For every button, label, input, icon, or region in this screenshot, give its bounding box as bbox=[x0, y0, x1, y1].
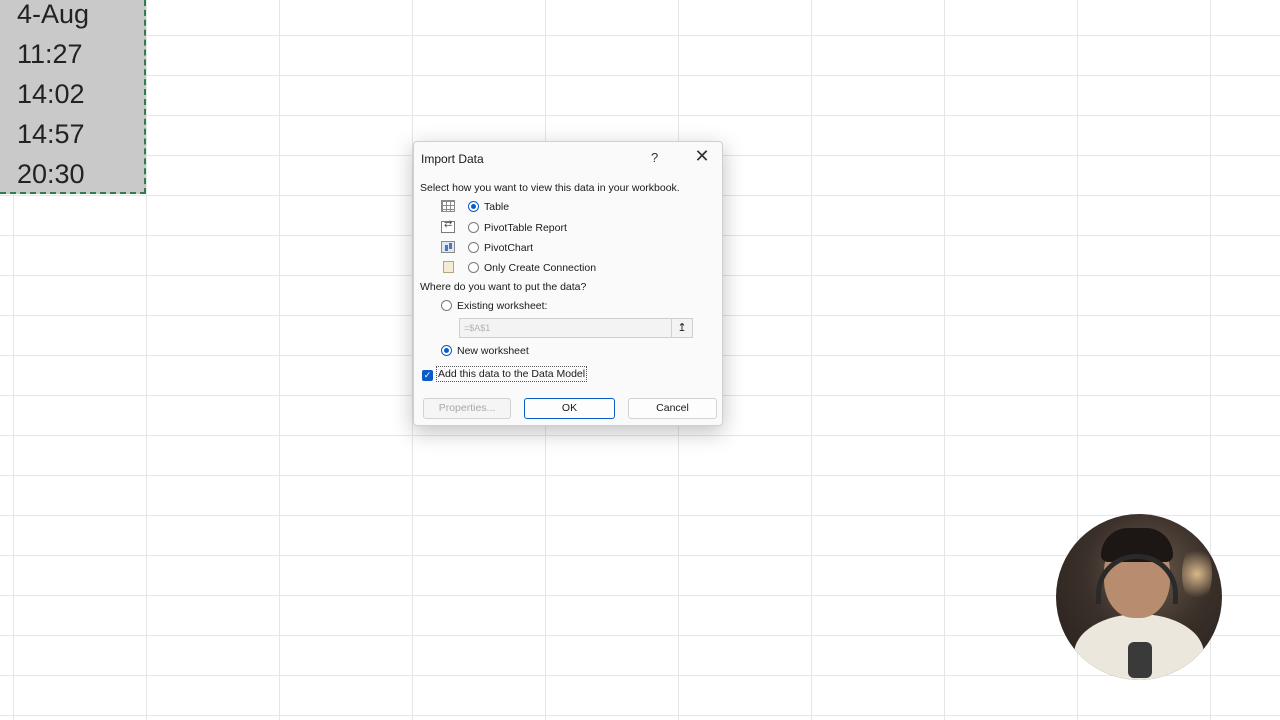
pivotchart-radio[interactable] bbox=[468, 242, 479, 253]
pivottable-icon bbox=[441, 219, 455, 233]
cell-value[interactable]: 20:30 bbox=[17, 154, 85, 194]
new-worksheet-radio[interactable] bbox=[441, 345, 452, 356]
view-prompt-label: Select how you want to view this data in… bbox=[420, 182, 680, 194]
table-icon bbox=[441, 200, 455, 212]
range-reference-value: =$A$1 bbox=[464, 323, 491, 333]
pivotchart-option-label[interactable]: PivotChart bbox=[484, 242, 533, 254]
help-button[interactable]: ? bbox=[651, 150, 658, 165]
pivottable-option-label[interactable]: PivotTable Report bbox=[484, 222, 567, 234]
cell-value[interactable]: 4-Aug bbox=[17, 0, 89, 34]
properties-button[interactable]: Properties... bbox=[423, 398, 511, 419]
cell-value[interactable]: 14:02 bbox=[17, 74, 85, 114]
range-reference-input[interactable]: =$A$1 ↥ bbox=[459, 318, 693, 338]
location-prompt-label: Where do you want to put the data? bbox=[420, 281, 587, 293]
ok-button[interactable]: OK bbox=[524, 398, 615, 419]
cell-value[interactable]: 14:57 bbox=[17, 114, 85, 154]
pivotchart-icon bbox=[441, 241, 455, 253]
dialog-title: Import Data bbox=[421, 152, 484, 166]
selected-range[interactable]: 4-Aug 11:27 14:02 14:57 20:30 bbox=[0, 0, 146, 194]
close-button[interactable]: ✕ bbox=[692, 146, 712, 166]
webcam-overlay bbox=[1056, 514, 1222, 680]
new-worksheet-label[interactable]: New worksheet bbox=[457, 345, 529, 357]
background-lamp bbox=[1182, 544, 1212, 604]
connection-radio[interactable] bbox=[468, 262, 479, 273]
pivottable-radio[interactable] bbox=[468, 222, 479, 233]
cancel-button[interactable]: Cancel bbox=[628, 398, 717, 419]
connection-icon bbox=[443, 261, 454, 273]
table-radio[interactable] bbox=[468, 201, 479, 212]
existing-worksheet-radio[interactable] bbox=[441, 300, 452, 311]
table-option-label[interactable]: Table bbox=[484, 201, 509, 213]
import-data-dialog: Import Data ? ✕ Select how you want to v… bbox=[413, 141, 723, 426]
data-model-label[interactable]: Add this data to the Data Model bbox=[436, 366, 588, 382]
microphone-icon bbox=[1128, 642, 1152, 678]
connection-option-label[interactable]: Only Create Connection bbox=[484, 262, 596, 274]
data-model-label-text: Add this data to the Data Model bbox=[436, 366, 588, 382]
cell-value[interactable]: 11:27 bbox=[17, 34, 83, 74]
existing-worksheet-label[interactable]: Existing worksheet: bbox=[457, 300, 547, 312]
data-model-checkbox[interactable]: ✓ bbox=[422, 370, 433, 381]
collapse-dialog-icon[interactable]: ↥ bbox=[671, 319, 692, 337]
